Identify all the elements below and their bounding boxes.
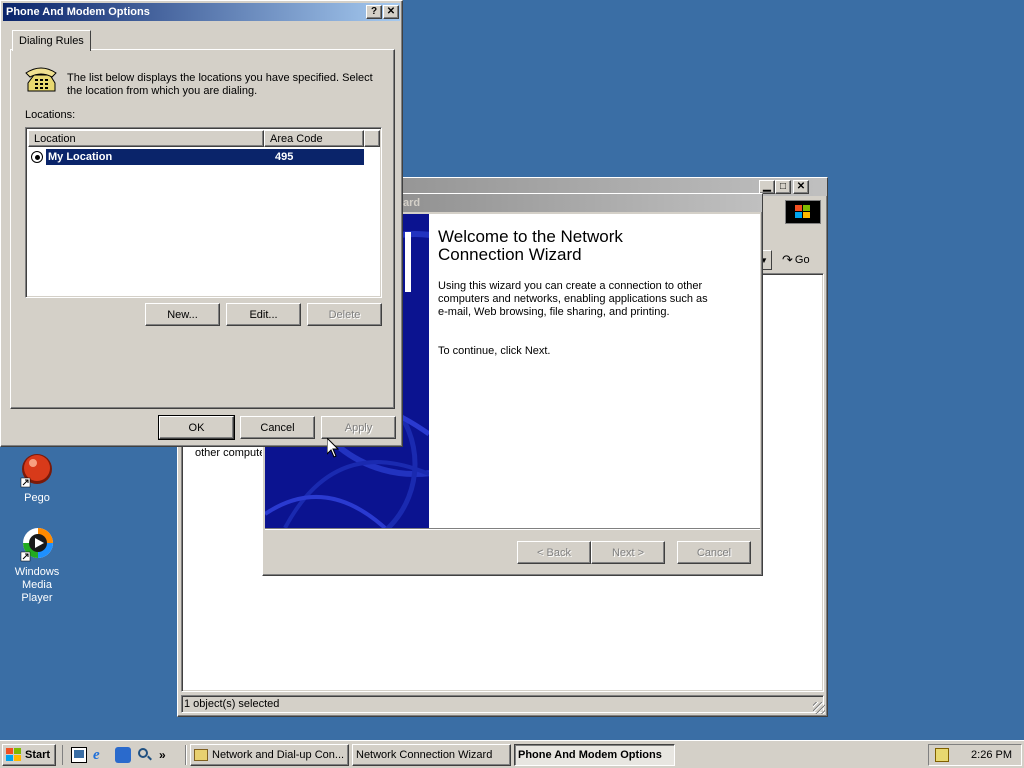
wizard-cancel-button[interactable]: Cancel — [677, 541, 751, 564]
delete-button[interactable]: Delete — [307, 303, 382, 326]
phone-modem-options-dialog[interactable]: Phone And Modem Options ? ✕ Dialing Rule… — [0, 0, 403, 447]
show-desktop-icon[interactable] — [71, 747, 87, 763]
minimize-button[interactable]: ▁ — [759, 180, 775, 194]
wizard-title: ard — [403, 197, 421, 209]
search-icon[interactable] — [137, 747, 153, 763]
taskbar-divider — [185, 745, 187, 765]
more-chevron-icon[interactable]: » — [159, 748, 166, 762]
divider — [265, 528, 760, 530]
folder-network-icon — [194, 749, 208, 761]
table-row[interactable]: My Location 495 — [31, 149, 364, 165]
edit-button[interactable]: Edit... — [226, 303, 301, 326]
task-phone-modem[interactable]: Phone And Modem Options — [514, 744, 675, 766]
media-player-icon — [20, 528, 53, 562]
wizard-main: Welcome to the Network Connection Wizard… — [429, 214, 760, 528]
wizard-body: Using this wizard you can create a conne… — [438, 280, 708, 318]
taskbar: Start e » Network and Dial-up Con... Net… — [0, 740, 1024, 768]
apply-button[interactable]: Apply — [321, 416, 396, 439]
close-button[interactable]: ✕ — [793, 180, 809, 194]
content-text: other compute — [195, 447, 266, 459]
internet-explorer-icon[interactable]: e — [93, 747, 109, 763]
ok-button[interactable]: OK — [158, 415, 235, 440]
telephone-icon — [25, 67, 57, 92]
column-header-area-code[interactable]: Area Code — [264, 130, 364, 147]
mouse-cursor-icon — [327, 438, 339, 458]
system-tray: 2:26 PM — [928, 744, 1022, 766]
start-button[interactable]: Start — [2, 744, 56, 766]
pego-icon — [20, 454, 52, 488]
task-network-dialup[interactable]: Network and Dial-up Con... — [190, 744, 349, 766]
outlook-express-icon[interactable] — [115, 747, 131, 763]
status-bar: 1 object(s) selected — [181, 695, 824, 713]
wizard-continue: To continue, click Next. — [438, 345, 551, 357]
clock[interactable]: 2:26 PM — [971, 749, 1012, 761]
new-button[interactable]: New... — [145, 303, 220, 326]
locations-label: Locations: — [25, 109, 76, 121]
status-text: 1 object(s) selected — [184, 698, 280, 710]
wizard-heading: Welcome to the Network Connection Wizard — [438, 227, 623, 264]
radio-selected-icon — [31, 151, 43, 163]
go-arrow-icon: ↷ — [782, 252, 793, 267]
desktop-icon-label: Pego — [24, 492, 50, 504]
windows-logo-icon — [6, 748, 21, 761]
area-code-cell: 495 — [269, 149, 364, 165]
maximize-button[interactable]: □ — [775, 180, 791, 194]
locations-list[interactable]: Location Area Code My Location 495 — [25, 127, 382, 298]
next-button[interactable]: Next > — [591, 541, 665, 564]
desktop-icon-label: Windows Media Player — [14, 566, 60, 604]
quick-launch: e » — [62, 745, 166, 765]
go-button[interactable]: ↷ Go — [782, 250, 820, 270]
close-button[interactable]: ✕ — [383, 5, 399, 19]
column-header-filler — [364, 130, 380, 147]
cancel-button[interactable]: Cancel — [240, 416, 315, 439]
phone-titlebar[interactable]: Phone And Modem Options ? ✕ — [3, 3, 400, 21]
desktop-icon-pego[interactable]: Pego — [2, 452, 72, 504]
location-cell: My Location — [46, 149, 269, 165]
windows-logo-icon — [785, 200, 821, 224]
task-connection-wizard[interactable]: Network Connection Wizard — [352, 744, 511, 766]
phone-tray-icon[interactable] — [935, 748, 949, 762]
phone-title: Phone And Modem Options — [6, 6, 150, 18]
back-button[interactable]: < Back — [517, 541, 591, 564]
column-header-location[interactable]: Location — [28, 130, 264, 147]
help-button[interactable]: ? — [366, 5, 382, 19]
intro-text: The list below displays the locations yo… — [67, 72, 373, 97]
desktop-icon-media-player[interactable]: Windows Media Player — [2, 526, 72, 605]
tab-dialing-rules[interactable]: Dialing Rules — [12, 30, 91, 51]
resize-grip-icon[interactable] — [813, 702, 825, 714]
